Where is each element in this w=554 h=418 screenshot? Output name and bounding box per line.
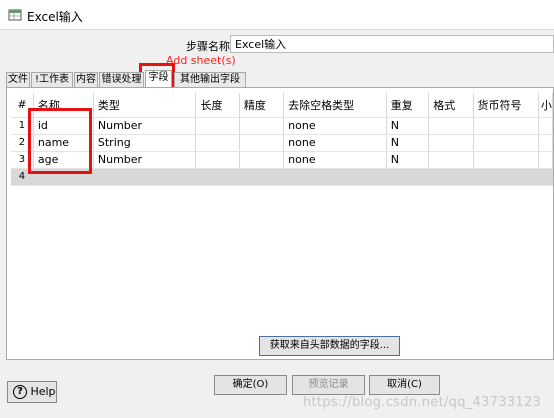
cell-currency[interactable] bbox=[473, 117, 539, 135]
cell-trim-type[interactable]: none bbox=[283, 151, 387, 169]
cell-trim-type[interactable] bbox=[283, 168, 387, 186]
column-header-decimal[interactable]: 小 bbox=[538, 93, 554, 118]
annotation-text: Add sheet(s) bbox=[166, 54, 236, 67]
cell-type[interactable]: String bbox=[93, 134, 197, 152]
column-header-trim-type[interactable]: 去除空格类型 bbox=[283, 93, 387, 118]
window-title: Excel输入 bbox=[27, 10, 83, 24]
excel-input-icon bbox=[8, 9, 22, 21]
step-name-label: 步骤名称 bbox=[186, 40, 230, 53]
cell-format[interactable] bbox=[428, 151, 474, 169]
column-header-type[interactable]: 类型 bbox=[93, 93, 197, 118]
table-row[interactable]: 3 age Number none N bbox=[11, 151, 554, 169]
cell-format[interactable] bbox=[428, 168, 474, 186]
cell-precision[interactable] bbox=[239, 151, 285, 169]
cell-decimal[interactable] bbox=[538, 117, 554, 135]
cell-currency[interactable] bbox=[473, 168, 539, 186]
cell-repeat[interactable]: N bbox=[386, 117, 430, 135]
help-button[interactable]: ? Help bbox=[7, 381, 57, 403]
preview-button[interactable]: 预览记录 bbox=[292, 375, 365, 395]
cell-length[interactable] bbox=[195, 168, 240, 186]
cell-precision[interactable] bbox=[239, 134, 285, 152]
cell-type[interactable]: Number bbox=[93, 151, 197, 169]
table-row[interactable]: 1 id Number none N bbox=[11, 117, 554, 135]
get-fields-from-header-button[interactable]: 获取来自头部数据的字段... bbox=[259, 336, 400, 356]
tab-fields[interactable]: 字段 bbox=[145, 70, 172, 88]
cell-trim-type[interactable]: none bbox=[283, 117, 387, 135]
cancel-button[interactable]: 取消(C) bbox=[369, 375, 440, 395]
cell-format[interactable] bbox=[428, 117, 474, 135]
cell-decimal[interactable] bbox=[538, 151, 554, 169]
cell-repeat[interactable]: N bbox=[386, 134, 430, 152]
tab-other-output-fields[interactable]: 其他输出字段 bbox=[174, 72, 246, 87]
tab-sheets[interactable]: !工作表 bbox=[31, 72, 73, 87]
table-row-selected[interactable]: 4 bbox=[11, 168, 554, 186]
column-header-precision[interactable]: 精度 bbox=[239, 93, 285, 118]
cell-precision[interactable] bbox=[239, 117, 285, 135]
column-header-currency[interactable]: 货币符号 bbox=[473, 93, 539, 118]
ok-button[interactable]: 确定(O) bbox=[214, 375, 287, 395]
cell-type[interactable]: Number bbox=[93, 117, 197, 135]
table-header-row: # 名称 类型 长度 精度 去除空格类型 重复 格式 货币符号 小 bbox=[11, 93, 554, 118]
cell-length[interactable] bbox=[195, 117, 240, 135]
tab-error-handling[interactable]: 错误处理 bbox=[99, 72, 144, 87]
column-header-length[interactable]: 长度 bbox=[195, 93, 240, 118]
column-header-repeat[interactable]: 重复 bbox=[386, 93, 430, 118]
help-label: Help bbox=[30, 385, 56, 398]
tab-content[interactable]: 内容 bbox=[74, 72, 98, 87]
watermark-text: https://blog.csdn.net/qq_43733123 bbox=[303, 395, 542, 410]
cell-length[interactable] bbox=[195, 134, 240, 152]
cell-format[interactable] bbox=[428, 134, 474, 152]
tab-file[interactable]: 文件 bbox=[6, 72, 30, 87]
cell-decimal[interactable] bbox=[538, 134, 554, 152]
help-icon: ? bbox=[13, 385, 27, 399]
cell-decimal[interactable] bbox=[538, 168, 554, 186]
cell-currency[interactable] bbox=[473, 134, 539, 152]
cell-type[interactable] bbox=[93, 168, 197, 186]
cell-repeat[interactable]: N bbox=[386, 151, 430, 169]
cell-currency[interactable] bbox=[473, 151, 539, 169]
cell-repeat[interactable] bbox=[386, 168, 430, 186]
cell-precision[interactable] bbox=[239, 168, 285, 186]
column-header-format[interactable]: 格式 bbox=[428, 93, 474, 118]
table-row[interactable]: 2 name String none N bbox=[11, 134, 554, 152]
title-bar: Excel输入 bbox=[0, 0, 554, 30]
cell-length[interactable] bbox=[195, 151, 240, 169]
step-name-input[interactable] bbox=[230, 35, 554, 53]
annotation-box-names bbox=[28, 108, 92, 174]
fields-table: # 名称 类型 长度 精度 去除空格类型 重复 格式 货币符号 小 1 id N… bbox=[11, 93, 554, 186]
cell-trim-type[interactable]: none bbox=[283, 134, 387, 152]
